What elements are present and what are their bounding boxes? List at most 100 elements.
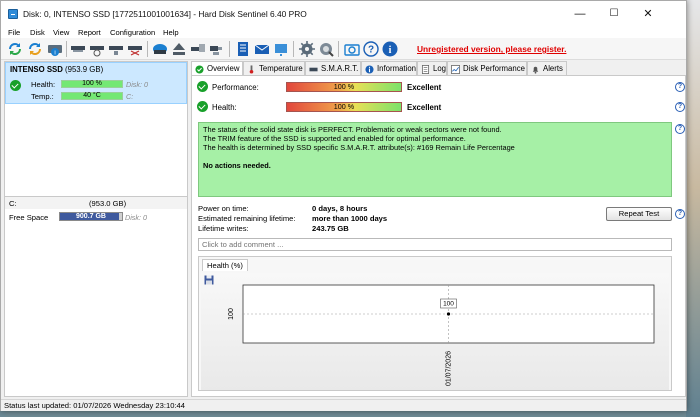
health-graph-panel: Health (%) 100 01/07/2026 100 (198, 256, 672, 391)
window-title: Disk: 0, INTENSO SSD [1772511001001634] … (23, 9, 307, 19)
smart-icon (309, 67, 318, 72)
camera-icon[interactable] (344, 41, 360, 57)
minimize-button[interactable]: — (563, 1, 597, 27)
maximize-button[interactable]: ☐ (597, 1, 631, 27)
health-help-icon[interactable]: ? (675, 102, 685, 112)
gear-icon[interactable] (299, 41, 315, 57)
status-help-icon[interactable]: ? (675, 124, 685, 134)
graph-area: 100 01/07/2026 100 (201, 273, 669, 390)
performance-icon (451, 65, 460, 74)
toolbar-separator (338, 41, 339, 57)
disk-test-icon[interactable] (89, 41, 105, 57)
export-icon[interactable] (273, 41, 289, 57)
bell-icon (532, 66, 539, 74)
disk-list-item[interactable]: INTENSO SSD (953.9 GB) Health: 100 % Dis… (5, 62, 187, 104)
health-chart: 100 01/07/2026 100 (228, 284, 655, 386)
health-ok-icon (197, 101, 208, 112)
tab-smart[interactable]: S.M.A.R.T. (305, 61, 361, 75)
drive-scan-icon[interactable] (152, 41, 168, 57)
disk-settings-icon[interactable] (108, 41, 124, 57)
power-on-value: 0 days, 8 hours (312, 204, 368, 213)
info-disk-icon[interactable]: i (47, 41, 63, 57)
menu-view[interactable]: View (53, 27, 69, 38)
close-button[interactable]: ✕ (631, 1, 665, 27)
network-disk-icon[interactable] (190, 41, 206, 57)
status-line: The health is determined by SSD specific… (203, 143, 515, 152)
health-label: Health: (31, 80, 56, 89)
performance-help-icon[interactable]: ? (675, 82, 685, 92)
menu-file[interactable]: File (8, 27, 20, 38)
overview-panel: Performance: 100 % Excellent ? Health: 1… (191, 75, 686, 397)
writes-label: Lifetime writes: (198, 224, 249, 233)
check-icon (195, 65, 204, 74)
tab-disk-performance[interactable]: Disk Performance (447, 61, 527, 75)
repeat-test-help-icon[interactable]: ? (675, 209, 685, 219)
tab-overview[interactable]: Overview (191, 61, 243, 76)
health-mini-bar: 100 % (61, 80, 123, 88)
svg-text:i: i (389, 45, 392, 56)
app-window: Disk: 0, INTENSO SSD [1772511001001634] … (0, 0, 687, 411)
power-on-label: Power on time: (198, 204, 249, 213)
temp-label: Temp.: (31, 92, 54, 101)
tab-disk-performance-label: Disk Performance (463, 64, 525, 73)
menu-disk[interactable]: Disk (30, 27, 45, 38)
tab-log[interactable]: Log (417, 61, 447, 75)
menu-help[interactable]: Help (163, 27, 179, 38)
graph-tab-health[interactable]: Health (%) (202, 259, 248, 271)
y-tick-label: 100 (228, 308, 235, 320)
report-icon[interactable] (235, 41, 251, 57)
status-line: The TRIM feature of the SSD is supported… (203, 134, 466, 143)
disk-size: (953.9 GB) (65, 65, 104, 74)
toolbar-separator (66, 41, 67, 57)
tab-information[interactable]: Information (361, 61, 417, 75)
disk-icon[interactable] (70, 41, 86, 57)
info-icon (365, 65, 374, 74)
health-disk-ref: Disk: 0 (126, 80, 148, 89)
temp-mini-bar: 40 °C (61, 92, 123, 100)
tab-information-label: Information (377, 64, 417, 73)
refresh-icon[interactable] (7, 41, 23, 57)
free-space-bar: 900.7 GB (59, 212, 123, 221)
free-space-label: Free Space (9, 213, 49, 222)
comment-input[interactable] (198, 238, 672, 251)
status-bar: Status last updated: 01/07/2026 Wednesda… (1, 399, 686, 411)
email-icon[interactable] (254, 41, 270, 57)
menu-configuration[interactable]: Configuration (110, 27, 155, 38)
help-icon[interactable]: ? (363, 41, 379, 57)
title-bar: Disk: 0, INTENSO SSD [1772511001001634] … (1, 1, 686, 27)
toolbar-separator (147, 41, 148, 57)
tab-temperature[interactable]: Temperature (243, 61, 305, 75)
refresh-all-icon[interactable] (27, 41, 43, 57)
menu-bar: File Disk View Report Configuration Help (1, 27, 686, 38)
volume-size: (953.0 GB) (89, 199, 127, 208)
disk-title: INTENSO SSD (953.9 GB) (10, 65, 103, 74)
tab-temperature-label: Temperature (259, 64, 303, 73)
tab-log-label: Log (433, 64, 447, 73)
tab-alerts[interactable]: Alerts (527, 61, 567, 75)
app-icon (8, 9, 18, 19)
performance-bar: 100 % (286, 82, 402, 92)
toolbar-separator (293, 41, 294, 57)
status-line: The status of the solid state disk is PE… (203, 125, 502, 134)
eject-icon[interactable] (171, 41, 187, 57)
desktop-background-right (686, 0, 700, 417)
settings-icon[interactable] (318, 41, 334, 57)
status-description: The status of the solid state disk is PE… (198, 122, 672, 197)
repeat-test-button[interactable]: Repeat Test (606, 207, 672, 221)
disk-list-panel: INTENSO SSD (953.9 GB) Health: 100 % Dis… (4, 61, 188, 397)
menu-report[interactable]: Report (78, 27, 101, 38)
data-point (446, 312, 451, 316)
register-link[interactable]: Unregistered version, please register. (417, 44, 566, 54)
tab-overview-label: Overview (207, 64, 240, 73)
disk-erase-icon[interactable] (127, 41, 143, 57)
writes-value: 243.75 GB (312, 224, 349, 233)
free-space-value: 900.7 GB (76, 213, 106, 220)
health-bar: 100 % (286, 102, 402, 112)
info-icon[interactable]: i (382, 41, 398, 57)
svg-text:i: i (54, 51, 55, 57)
tab-alerts-label: Alerts (543, 64, 563, 73)
usb-disk-icon[interactable] (208, 41, 224, 57)
volume-item[interactable]: C: (953.0 GB) (5, 197, 187, 209)
performance-rating: Excellent (407, 83, 442, 92)
performance-ok-icon (197, 81, 208, 92)
